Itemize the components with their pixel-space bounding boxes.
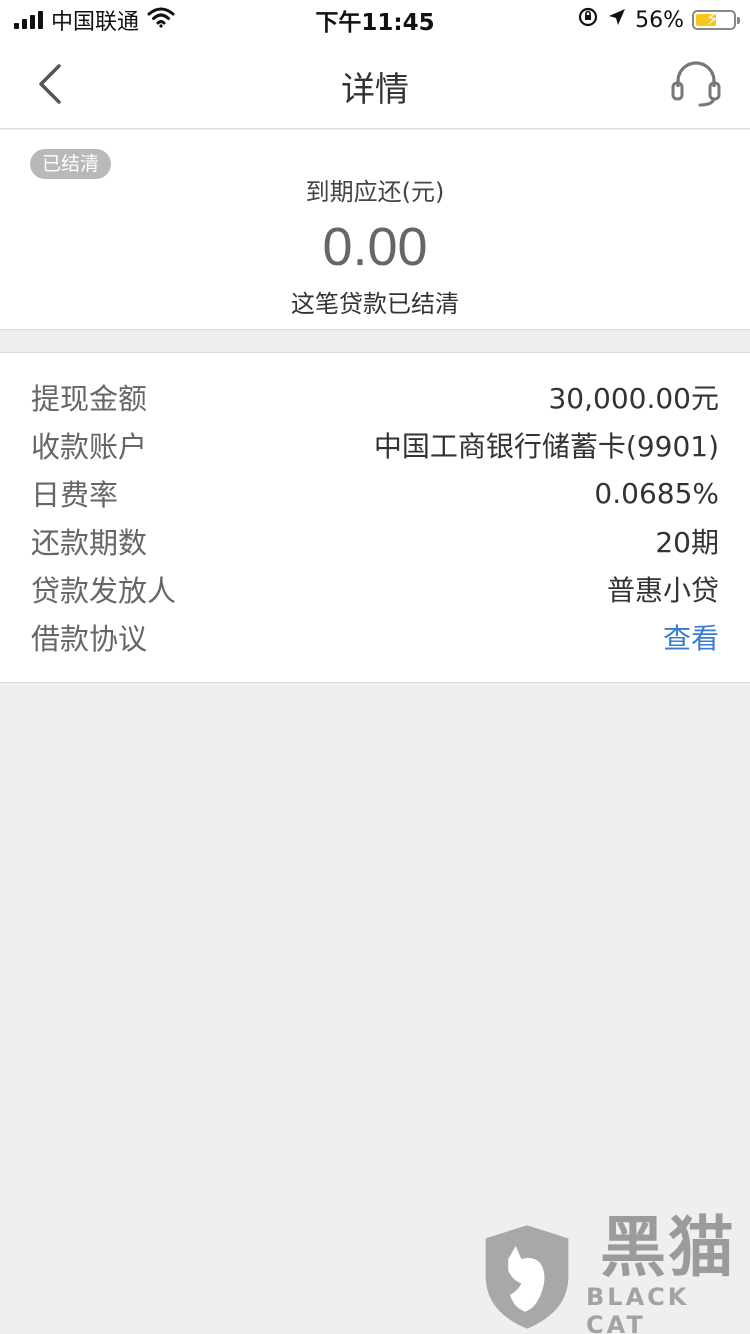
signal-icon [14, 11, 43, 29]
orientation-lock-icon [577, 6, 599, 34]
charging-bolt-icon: ⚡ [706, 9, 719, 30]
cat-shield-logo-icon [485, 1225, 569, 1329]
detail-value: 中国工商银行储蓄卡(9901) [373, 430, 719, 463]
due-amount-value: 0.00 [322, 217, 428, 277]
detail-label: 提现金额 [31, 382, 148, 416]
detail-label: 收款账户 [31, 430, 148, 464]
loan-details-list: 提现金额 30,000.00元 收款账户 中国工商银行储蓄卡(9901) 日费率… [0, 352, 750, 683]
detail-label: 还款期数 [31, 526, 148, 560]
detail-value: 普惠小贷 [606, 574, 719, 607]
loan-status-note: 这笔贷款已结清 [291, 290, 459, 318]
detail-value: 20期 [655, 526, 719, 559]
location-icon [607, 7, 627, 33]
page-title: 详情 [341, 70, 409, 110]
detail-label: 借款协议 [31, 622, 148, 656]
customer-service-button[interactable] [668, 56, 724, 112]
nav-bar: 详情 [0, 40, 750, 129]
wifi-icon [147, 6, 175, 34]
status-right: 56% ⚡ [577, 6, 740, 34]
repayment-summary-card: 已结清 到期应还(元) 0.00 这笔贷款已结清 [0, 130, 750, 330]
detail-label: 贷款发放人 [31, 574, 177, 608]
detail-row-receiving-account: 收款账户 中国工商银行储蓄卡(9901) [0, 421, 750, 469]
due-amount-label: 到期应还(元) [305, 178, 445, 206]
blackcat-watermark: 黑猫 BLACK CAT [480, 1213, 750, 1334]
battery-icon: ⚡ [692, 9, 740, 30]
detail-row-daily-rate: 日费率 0.0685% [0, 469, 750, 517]
view-agreement-link[interactable]: 查看 [663, 617, 719, 657]
detail-value: 30,000.00元 [548, 382, 719, 415]
battery-percent: 56% [635, 7, 684, 33]
watermark-en: BLACK CAT [586, 1283, 690, 1334]
detail-row-lender: 贷款发放人 普惠小贷 [0, 565, 750, 613]
detail-row-loan-agreement: 借款协议 查看 [0, 613, 750, 661]
detail-row-withdraw-amount: 提现金额 30,000.00元 [0, 373, 750, 421]
detail-label: 日费率 [31, 478, 119, 512]
detail-value: 0.0685% [594, 476, 719, 510]
headset-icon [671, 61, 721, 107]
watermark-cn: 黑猫 [600, 1209, 736, 1286]
status-bar: 中国联通 下午11:45 56% ⚡ [0, 0, 750, 40]
status-left: 中国联通 [14, 4, 175, 36]
watermark-text: 黑猫 BLACK CAT [586, 1213, 750, 1334]
detail-row-installments: 还款期数 20期 [0, 517, 750, 565]
carrier-name: 中国联通 [51, 10, 140, 35]
